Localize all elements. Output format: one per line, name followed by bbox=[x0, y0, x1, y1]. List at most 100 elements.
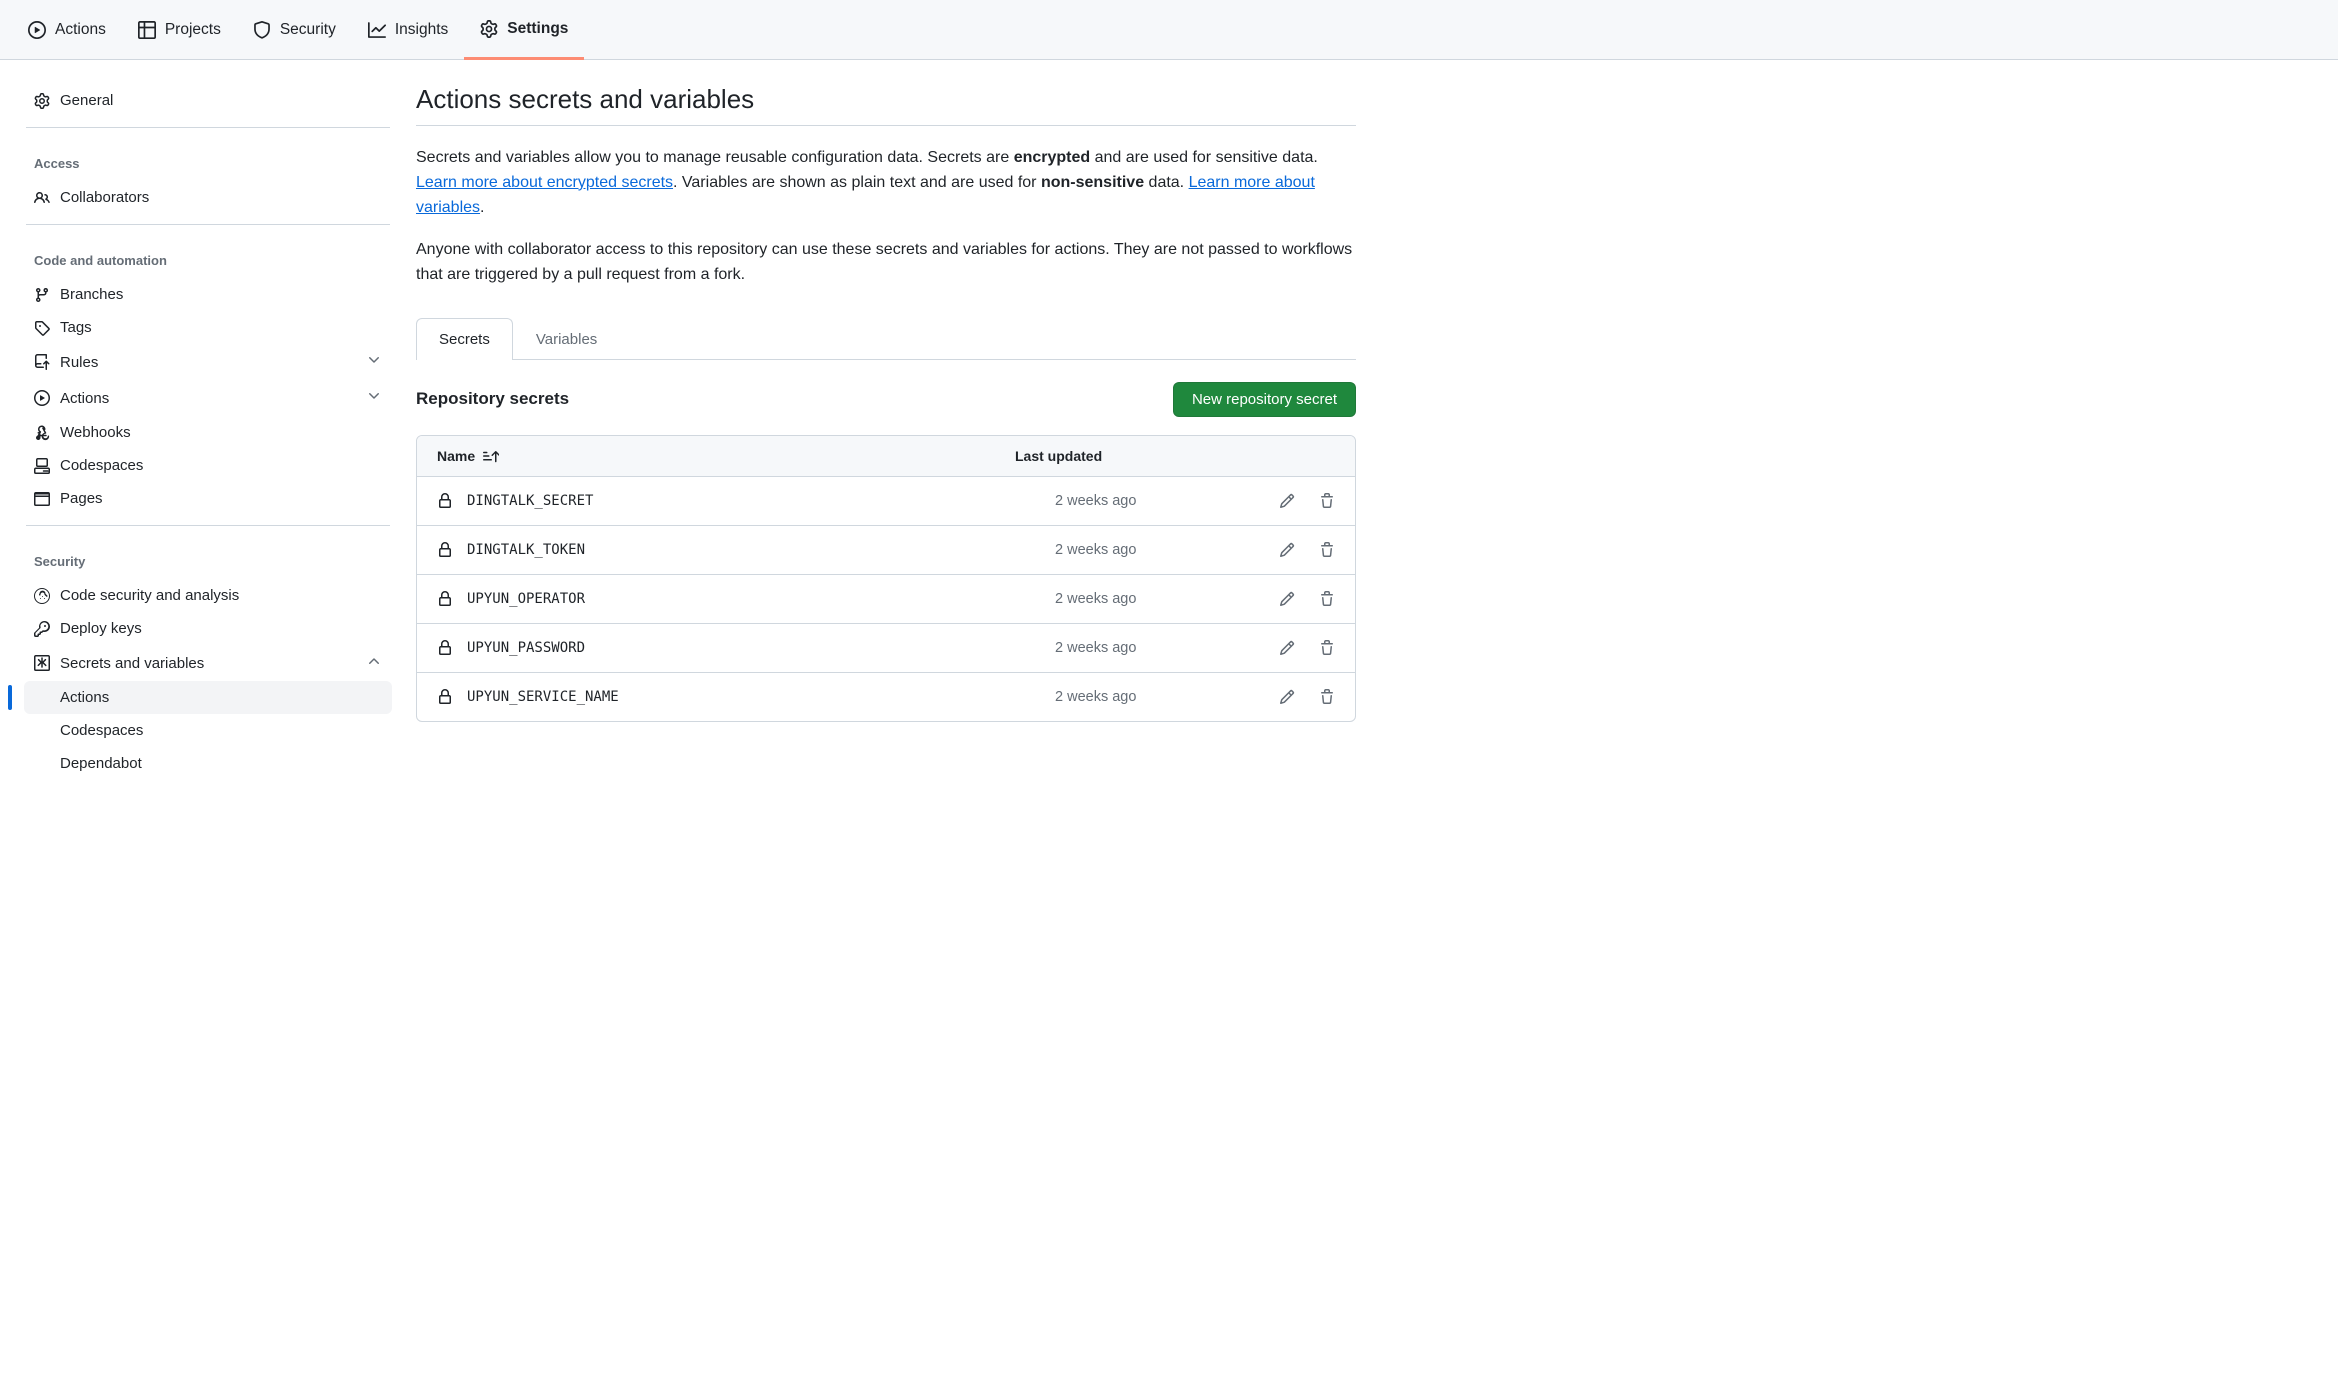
sort-asc-icon[interactable] bbox=[483, 448, 499, 464]
pencil-icon bbox=[1279, 493, 1295, 509]
section-title: Repository secrets bbox=[416, 389, 569, 409]
sidebar-item-label: Rules bbox=[60, 354, 98, 371]
sidebar-section-security: Security bbox=[24, 536, 392, 579]
secret-name-cell: UPYUN_SERVICE_NAME bbox=[437, 689, 1055, 705]
branch-icon bbox=[34, 287, 50, 303]
sidebar-item-branches[interactable]: Branches bbox=[24, 278, 392, 311]
graph-icon bbox=[368, 21, 386, 39]
secret-updated: 2 weeks ago bbox=[1055, 640, 1235, 656]
tab-insights-label: Insights bbox=[395, 21, 448, 39]
sidebar-item-label: Branches bbox=[60, 286, 123, 303]
edit-secret-button[interactable] bbox=[1279, 493, 1295, 509]
lock-icon bbox=[437, 689, 453, 705]
tab-settings-label: Settings bbox=[507, 20, 568, 38]
table-row: UPYUN_OPERATOR 2 weeks ago bbox=[417, 575, 1355, 624]
sidebar-item-codespaces[interactable]: Codespaces bbox=[24, 449, 392, 482]
repo-push-icon bbox=[34, 354, 50, 370]
tab-actions[interactable]: Actions bbox=[12, 0, 122, 60]
section-header: Repository secrets New repository secret bbox=[416, 382, 1356, 417]
secrets-variables-tabs: Secrets Variables bbox=[416, 318, 1356, 360]
learn-secrets-link[interactable]: Learn more about encrypted secrets bbox=[416, 174, 673, 191]
edit-secret-button[interactable] bbox=[1279, 542, 1295, 558]
sidebar-item-label: Collaborators bbox=[60, 189, 149, 206]
table-row: UPYUN_PASSWORD 2 weeks ago bbox=[417, 624, 1355, 673]
secret-updated: 2 weeks ago bbox=[1055, 493, 1235, 509]
play-icon bbox=[28, 21, 46, 39]
sidebar-item-collaborators[interactable]: Collaborators bbox=[24, 181, 392, 214]
th-updated-label: Last updated bbox=[1015, 448, 1235, 464]
trash-icon bbox=[1319, 493, 1335, 509]
sidebar-item-label: Codespaces bbox=[60, 457, 143, 474]
sidebar-item-secrets-variables[interactable]: Secrets and variables bbox=[24, 645, 392, 681]
sidebar-item-label: Actions bbox=[60, 390, 109, 407]
sidebar-item-actions[interactable]: Actions bbox=[24, 380, 392, 416]
sidebar-item-tags[interactable]: Tags bbox=[24, 311, 392, 344]
secret-name: UPYUN_SERVICE_NAME bbox=[467, 689, 619, 705]
secret-name: DINGTALK_TOKEN bbox=[467, 542, 585, 558]
lock-icon bbox=[437, 493, 453, 509]
sidebar-item-rules[interactable]: Rules bbox=[24, 344, 392, 380]
secret-name-cell: UPYUN_PASSWORD bbox=[437, 640, 1055, 656]
table-row: DINGTALK_SECRET 2 weeks ago bbox=[417, 477, 1355, 526]
secrets-table: Name Last updated DINGTALK_SECRET 2 week… bbox=[416, 435, 1356, 722]
delete-secret-button[interactable] bbox=[1319, 542, 1335, 558]
sidebar-subitem-actions[interactable]: Actions bbox=[24, 681, 392, 714]
pencil-icon bbox=[1279, 591, 1295, 607]
delete-secret-button[interactable] bbox=[1319, 689, 1335, 705]
new-repository-secret-button[interactable]: New repository secret bbox=[1173, 382, 1356, 417]
edit-secret-button[interactable] bbox=[1279, 640, 1295, 656]
sidebar-subitem-codespaces[interactable]: Codespaces bbox=[24, 714, 392, 747]
edit-secret-button[interactable] bbox=[1279, 689, 1295, 705]
secret-updated: 2 weeks ago bbox=[1055, 689, 1235, 705]
sidebar-section-access: Access bbox=[24, 138, 392, 181]
sidebar-item-label: Dependabot bbox=[60, 755, 142, 772]
th-name-label[interactable]: Name bbox=[437, 448, 475, 464]
edit-secret-button[interactable] bbox=[1279, 591, 1295, 607]
tab-projects[interactable]: Projects bbox=[122, 0, 237, 60]
sidebar-item-webhooks[interactable]: Webhooks bbox=[24, 416, 392, 449]
browser-icon bbox=[34, 491, 50, 507]
delete-secret-button[interactable] bbox=[1319, 591, 1335, 607]
delete-secret-button[interactable] bbox=[1319, 640, 1335, 656]
key-asterisk-icon bbox=[34, 655, 50, 671]
divider bbox=[26, 525, 390, 526]
tab-projects-label: Projects bbox=[165, 21, 221, 39]
divider bbox=[416, 125, 1356, 126]
sidebar-item-pages[interactable]: Pages bbox=[24, 482, 392, 515]
sidebar-subitem-dependabot[interactable]: Dependabot bbox=[24, 747, 392, 780]
tab-settings[interactable]: Settings bbox=[464, 0, 584, 60]
sidebar-section-code: Code and automation bbox=[24, 235, 392, 278]
divider bbox=[26, 127, 390, 128]
tab-secrets[interactable]: Secrets bbox=[416, 318, 513, 360]
codespaces-icon bbox=[34, 458, 50, 474]
pencil-icon bbox=[1279, 542, 1295, 558]
sidebar-item-deploy-keys[interactable]: Deploy keys bbox=[24, 612, 392, 645]
people-icon bbox=[34, 190, 50, 206]
lock-icon bbox=[437, 640, 453, 656]
secret-name-cell: UPYUN_OPERATOR bbox=[437, 591, 1055, 607]
sidebar-item-general[interactable]: General bbox=[24, 84, 392, 117]
trash-icon bbox=[1319, 689, 1335, 705]
settings-sidebar: General Access Collaborators Code and au… bbox=[24, 84, 392, 780]
sidebar-item-code-security[interactable]: Code security and analysis bbox=[24, 579, 392, 612]
repo-topnav: Actions Projects Security Insights Setti… bbox=[0, 0, 2338, 60]
gear-icon bbox=[34, 93, 50, 109]
lock-icon bbox=[437, 542, 453, 558]
tab-insights[interactable]: Insights bbox=[352, 0, 464, 60]
secret-name: UPYUN_OPERATOR bbox=[467, 591, 585, 607]
secret-name: UPYUN_PASSWORD bbox=[467, 640, 585, 656]
table-header: Name Last updated bbox=[417, 436, 1355, 477]
chevron-up-icon bbox=[366, 653, 382, 673]
lock-icon bbox=[437, 591, 453, 607]
page-title: Actions secrets and variables bbox=[416, 84, 1356, 125]
delete-secret-button[interactable] bbox=[1319, 493, 1335, 509]
sidebar-item-label: Webhooks bbox=[60, 424, 131, 441]
sidebar-item-label: Actions bbox=[60, 689, 109, 706]
sidebar-item-label: Deploy keys bbox=[60, 620, 142, 637]
trash-icon bbox=[1319, 640, 1335, 656]
sidebar-item-label: General bbox=[60, 92, 113, 109]
tab-variables[interactable]: Variables bbox=[513, 318, 620, 360]
trash-icon bbox=[1319, 591, 1335, 607]
chevron-down-icon bbox=[366, 388, 382, 408]
tab-security[interactable]: Security bbox=[237, 0, 352, 60]
